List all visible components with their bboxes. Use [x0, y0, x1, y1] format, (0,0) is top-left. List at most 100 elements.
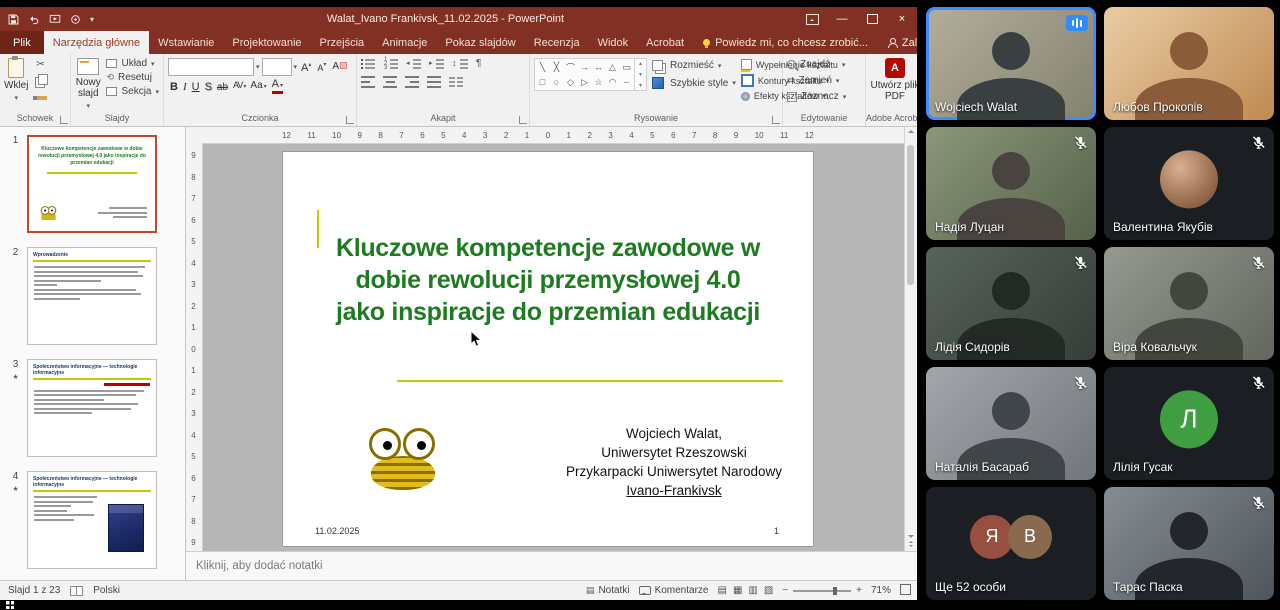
- shape-glyph-shapes-r1-4[interactable]: ↔: [592, 60, 605, 74]
- text-direction-icon[interactable]: ¶: [476, 58, 481, 70]
- zoom-slider-knob[interactable]: [833, 587, 837, 595]
- vertical-scrollbar[interactable]: [904, 127, 917, 551]
- shape-glyph-shapes-r1-6[interactable]: ▭: [620, 60, 633, 74]
- fit-to-window-button[interactable]: [900, 584, 911, 598]
- cut-icon[interactable]: ✂: [36, 60, 44, 70]
- normal-view-icon[interactable]: ▤: [717, 585, 726, 596]
- zoom-out-button[interactable]: −: [782, 585, 788, 596]
- scroll-up-icon[interactable]: [908, 130, 914, 133]
- ribbon-tab-8[interactable]: Widok: [589, 31, 638, 54]
- align-right-icon[interactable]: [405, 76, 419, 88]
- ribbon-tab-4[interactable]: Przejścia: [311, 31, 374, 54]
- slide-canvas[interactable]: Kluczowe kompetencje zawodowe w dobie re…: [282, 151, 814, 547]
- shape-glyph-shapes-r1-2[interactable]: ⌒: [564, 60, 577, 74]
- close-button[interactable]: ×: [887, 7, 917, 31]
- paragraph-dialog-launcher-icon[interactable]: [519, 116, 527, 124]
- tell-me-box[interactable]: Powiedz mi, co chcesz zrobić...: [693, 31, 878, 54]
- drawing-dialog-launcher-icon[interactable]: [772, 116, 780, 124]
- slideshow-icon[interactable]: [49, 14, 61, 25]
- slide-thumbnail-4[interactable]: Społeczeństwo informacyjne — technologie…: [27, 471, 157, 569]
- layout-button[interactable]: Układ▾: [106, 58, 159, 69]
- participant-tile-1[interactable]: Любов Прокопів: [1104, 7, 1274, 120]
- participant-tile-9[interactable]: Тарас Паска: [1104, 487, 1274, 600]
- touch-mode-icon[interactable]: [70, 14, 81, 25]
- participant-tile-0[interactable]: Wojciech Walat: [926, 7, 1096, 120]
- zoom-in-button[interactable]: +: [856, 585, 862, 596]
- participant-tile-7[interactable]: ЛЛілія Гусак: [1104, 367, 1274, 480]
- columns-icon[interactable]: [449, 76, 463, 88]
- character-spacing-button[interactable]: AV: [233, 79, 245, 94]
- participant-tile-5[interactable]: Віра Ковальчук: [1104, 247, 1274, 360]
- zoom-level[interactable]: 71%: [871, 585, 891, 596]
- change-case-button[interactable]: Aa: [250, 79, 266, 94]
- spellcheck-icon[interactable]: [70, 586, 83, 596]
- start-button-icon[interactable]: [6, 601, 14, 609]
- shape-glyph-shapes-r2-1[interactable]: ○: [550, 75, 563, 89]
- owl-clipart[interactable]: [363, 428, 447, 490]
- shape-glyph-shapes-r2-6[interactable]: ⌣: [620, 75, 633, 89]
- select-button[interactable]: Zaznacz▾: [787, 91, 846, 102]
- comments-toggle[interactable]: Komentarze: [639, 585, 709, 596]
- clear-formatting-button[interactable]: [330, 60, 349, 74]
- zoom-slider[interactable]: [793, 590, 851, 592]
- shape-glyph-shapes-r2-4[interactable]: ☆: [592, 75, 605, 89]
- participant-tile-6[interactable]: Наталія Басараб: [926, 367, 1096, 480]
- justify-icon[interactable]: [427, 76, 441, 88]
- copy-icon[interactable]: [35, 77, 45, 88]
- undo-icon[interactable]: [28, 14, 40, 25]
- ribbon-tab-6[interactable]: Pokaz slajdów: [436, 31, 524, 54]
- font-size-input[interactable]: [262, 58, 292, 76]
- decrease-indent-icon[interactable]: [407, 58, 422, 70]
- participant-tile-8[interactable]: ЯВЩе 52 особи: [926, 487, 1096, 600]
- align-left-icon[interactable]: [361, 76, 375, 88]
- save-icon[interactable]: [8, 14, 19, 25]
- bold-button[interactable]: B: [170, 81, 178, 94]
- font-family-input[interactable]: [168, 58, 254, 76]
- participant-tile-2[interactable]: Надія Луцан: [926, 127, 1096, 240]
- sign-in-button[interactable]: Zaloguj się: [878, 31, 917, 54]
- arrange-button[interactable]: Rozmieść▾: [652, 60, 736, 71]
- quick-styles-button[interactable]: Szybkie style▾: [652, 77, 736, 89]
- reset-button[interactable]: ⟲Resetuj: [106, 72, 159, 83]
- scrollbar-thumb[interactable]: [907, 145, 914, 285]
- grow-font-button[interactable]: [299, 58, 313, 75]
- scroll-down-icon[interactable]: [908, 535, 914, 538]
- minimize-button[interactable]: —: [827, 7, 857, 31]
- format-painter-icon[interactable]: [33, 96, 47, 100]
- ribbon-display-options-button[interactable]: [797, 7, 827, 31]
- shape-glyph-shapes-r2-3[interactable]: ▷: [578, 75, 591, 89]
- language-label[interactable]: Polski: [93, 585, 120, 596]
- create-pdf-button[interactable]: A Utwórz plik PDF: [870, 58, 917, 102]
- font-color-button[interactable]: A: [272, 79, 283, 94]
- notes-toggle[interactable]: ▤Notatki: [586, 585, 630, 596]
- ribbon-tab-7[interactable]: Recenzja: [525, 31, 589, 54]
- text-shadow-button[interactable]: S: [205, 81, 212, 94]
- shapes-gallery-scroll[interactable]: ▴▾▾: [634, 59, 646, 90]
- new-slide-button[interactable]: Nowy slajd ▾: [75, 58, 101, 112]
- ribbon-tab-3[interactable]: Projektowanie: [223, 31, 310, 54]
- slide-thumbnail-2[interactable]: Wprowadzenie: [27, 247, 157, 345]
- bullets-icon[interactable]: [361, 58, 376, 70]
- shape-glyph-shapes-r2-2[interactable]: ◇: [564, 75, 577, 89]
- participant-tile-4[interactable]: Лідія Сидорів: [926, 247, 1096, 360]
- section-button[interactable]: Sekcja▾: [106, 86, 159, 97]
- horizontal-ruler[interactable]: 1211109876543210123456789101112: [186, 127, 905, 144]
- find-button[interactable]: Znajdź: [787, 59, 846, 70]
- numbering-icon[interactable]: [384, 58, 399, 70]
- ribbon-tab-0[interactable]: Plik: [0, 31, 44, 54]
- shape-glyph-shapes-r2-5[interactable]: ◠: [606, 75, 619, 89]
- slideshow-view-icon[interactable]: ▧: [764, 585, 773, 596]
- slide-title[interactable]: Kluczowe kompetencje zawodowe w dobie re…: [301, 232, 795, 328]
- shape-glyph-shapes-r1-3[interactable]: →: [578, 60, 591, 74]
- line-spacing-icon[interactable]: [453, 58, 468, 70]
- slide-sorter-view-icon[interactable]: ▦: [733, 585, 742, 596]
- slide-thumbnail-1[interactable]: Kluczowe kompetencje zawodowe w dobie re…: [27, 135, 157, 233]
- paste-button[interactable]: Wklej ▾: [4, 58, 28, 104]
- strikethrough-button[interactable]: ab: [217, 81, 228, 94]
- previous-slide-icon[interactable]: [909, 541, 913, 543]
- clipboard-dialog-launcher-icon[interactable]: [60, 116, 68, 124]
- replace-button[interactable]: ⇄Zamień▾: [787, 75, 846, 86]
- shape-glyph-shapes-r1-5[interactable]: △: [606, 60, 619, 74]
- font-family-dropdown-icon[interactable]: ▾: [256, 63, 260, 71]
- underline-button[interactable]: U: [192, 81, 200, 94]
